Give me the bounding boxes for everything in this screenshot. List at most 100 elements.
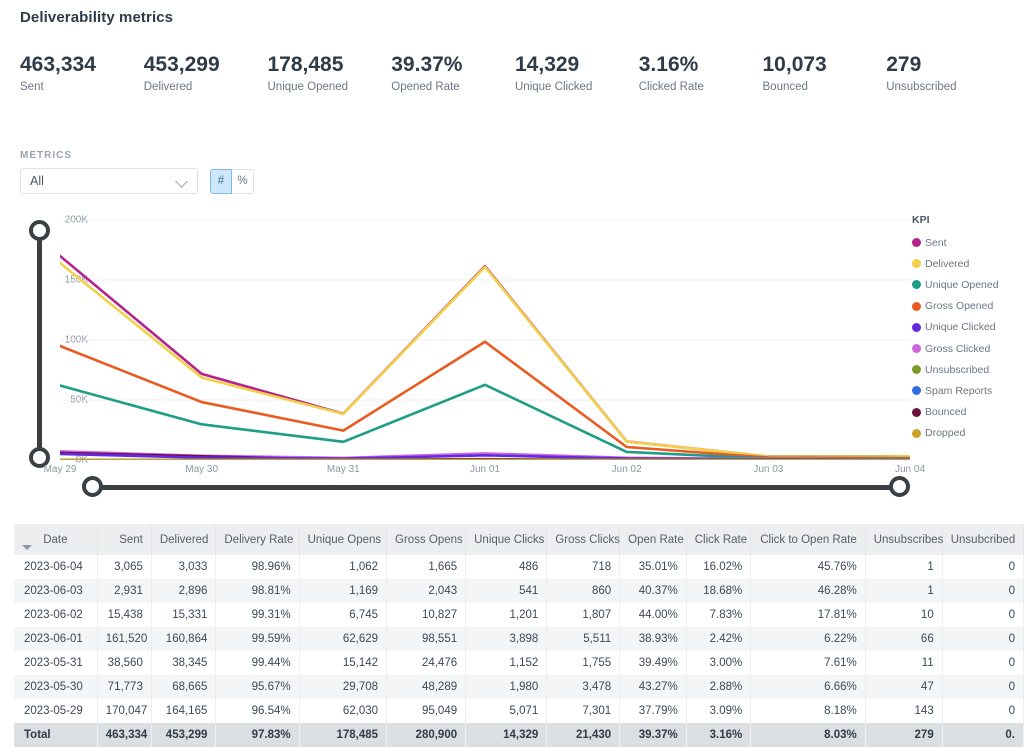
table-cell: 95.67% — [215, 675, 300, 699]
kpi-summary-row: 463,334 Sent 453,299 Delivered 178,485 Unique… — [20, 52, 1010, 93]
unit-toggle-number[interactable]: # — [210, 168, 232, 194]
table-cell: 29,708 — [299, 675, 388, 699]
legend-item[interactable]: Unsubscribed — [912, 359, 1024, 380]
table-row[interactable]: 2023-06-03 2,931 2,896 98.81% 1,169 2,043 541 8… — [14, 579, 1024, 603]
y-slider-track[interactable] — [37, 228, 42, 460]
table-cell: 0 — [942, 651, 1024, 675]
table-cell: 1 — [865, 555, 943, 579]
x-slider-handle-end[interactable] — [889, 476, 910, 497]
table-row[interactable]: 2023-05-31 38,560 38,345 99.44% 15,142 24,476… — [14, 651, 1024, 675]
table-cell: 15,142 — [299, 651, 388, 675]
table-cell: 1,201 — [465, 603, 548, 627]
table-row[interactable]: 2023-06-02 15,438 15,331 99.31% 6,745 10,827 1… — [14, 603, 1024, 627]
table-cell: 38.93% — [619, 627, 687, 651]
table-cell: 6,745 — [299, 603, 388, 627]
unit-toggle-percent[interactable]: % — [232, 168, 254, 194]
table-cell: 2,043 — [386, 579, 467, 603]
table-cell: 10,827 — [386, 603, 467, 627]
table-cell: 1,062 — [299, 555, 388, 579]
kpi-value: 3.16% — [638, 53, 699, 76]
table-cell: 48,289 — [386, 675, 467, 699]
table-header-cell[interactable]: Sent — [97, 524, 152, 555]
legend-label: Unique Clicked — [925, 321, 996, 334]
x-slider-handle-start[interactable] — [82, 476, 103, 497]
table-cell: 6.66% — [750, 675, 866, 699]
table-cell: 2,931 — [97, 579, 152, 603]
table-header-cell[interactable]: Gross Opens — [386, 524, 467, 555]
kpi-tile: 279 Unsubscribed — [886, 52, 1010, 93]
kpi-label: Delivered — [143, 81, 193, 93]
table-cell: 2.42% — [686, 627, 752, 651]
table-cell: 44.00% — [619, 603, 687, 627]
table-cell: 37.79% — [619, 699, 687, 723]
legend-item[interactable]: Dropped — [912, 423, 1024, 444]
legend-item[interactable]: Unique Clicked — [912, 317, 1024, 338]
table-total-row: Total 463,334 453,299 97.83% 178,485 280,900 1… — [14, 723, 1024, 747]
y-slider-handle-max[interactable] — [29, 220, 50, 241]
table-header-cell[interactable]: Unique Clicks — [465, 524, 548, 555]
table-cell: 5,511 — [546, 627, 621, 651]
table-header-cell[interactable]: Gross Clicks — [546, 524, 621, 555]
table-row[interactable]: 2023-05-29 170,047 164,165 96.54% 62,030 95,0… — [14, 699, 1024, 723]
table-cell: 7.61% — [750, 651, 866, 675]
chart-area: 0K 50K 100K 150K 200K May 29 May 30 May 31 Jun … — [0, 208, 1024, 498]
legend-color-dot-icon — [912, 280, 921, 290]
table-cell: 164,165 — [151, 699, 217, 723]
legend-item[interactable]: Sent — [912, 232, 1024, 253]
table-cell: 66 — [865, 627, 943, 651]
metrics-select[interactable]: All — [20, 168, 198, 194]
y-axis-range-slider[interactable] — [29, 220, 51, 468]
table-total-cell: 39.37% — [619, 723, 687, 747]
table-cell: 0 — [942, 627, 1024, 651]
legend-item[interactable]: Gross Clicked — [912, 338, 1024, 359]
deliverability-metrics-page: Deliverability metrics 463,334 Sent 453,29… — [0, 0, 1024, 749]
table-cell: 99.31% — [215, 603, 300, 627]
legend-color-dot-icon — [912, 238, 921, 248]
chart-line-series[interactable] — [58, 261, 912, 458]
table-cell: 18.68% — [686, 579, 752, 603]
x-axis-tick-label: May 31 — [326, 464, 360, 475]
legend-color-dot-icon — [912, 322, 921, 332]
kpi-value: 463,334 — [20, 53, 96, 76]
table-header-cell[interactable]: Date — [14, 524, 98, 555]
metrics-table-wrapper: Date Sent Delivered Delivery Rate Unique Ope… — [14, 524, 1024, 747]
table-row[interactable]: 2023-05-30 71,773 68,665 95.67% 29,708 48,289… — [14, 675, 1024, 699]
legend-item[interactable]: Unique Opened — [912, 274, 1024, 295]
table-header-cell[interactable]: Delivery Rate — [215, 524, 300, 555]
table-header-row: Date Sent Delivered Delivery Rate Unique Ope… — [14, 524, 1024, 555]
table-header-cell[interactable]: Click to Open Rate — [750, 524, 866, 555]
kpi-label: Unique Clicked — [515, 81, 593, 93]
table-row[interactable]: 2023-06-04 3,065 3,033 98.96% 1,062 1,665 486 7… — [14, 555, 1024, 579]
x-axis-range-slider[interactable] — [82, 476, 910, 498]
table-cell: 46.28% — [750, 579, 866, 603]
legend-item[interactable]: Gross Opened — [912, 296, 1024, 317]
legend-item[interactable]: Bounced — [912, 402, 1024, 423]
table-header-cell[interactable]: Unique Opens — [299, 524, 388, 555]
kpi-value: 10,073 — [762, 53, 827, 76]
table-header-cell[interactable]: Unsubscribes — [865, 524, 943, 555]
table-header-cell[interactable]: Click Rate — [686, 524, 752, 555]
legend-color-dot-icon — [912, 344, 921, 354]
table-cell: 39.49% — [619, 651, 687, 675]
table-cell: 1,152 — [465, 651, 548, 675]
kpi-label: Unique Opened — [267, 81, 349, 93]
chart-line-series[interactable] — [58, 254, 912, 458]
legend-item[interactable]: Delivered — [912, 253, 1024, 274]
table-cell: 45.76% — [750, 555, 866, 579]
kpi-value: 178,485 — [267, 53, 344, 76]
table-header-cell[interactable]: Unsubcribed — [942, 524, 1024, 555]
table-total-cell: 0. — [942, 723, 1024, 747]
legend-label: Unsubscribed — [925, 363, 990, 376]
table-cell: 3.00% — [686, 651, 752, 675]
table-cell: 170,047 — [97, 699, 152, 723]
chart-legend: KPI Sent Delivered Unique Opened Gross Open… — [912, 214, 1024, 444]
x-slider-track[interactable] — [90, 485, 902, 490]
table-header-cell[interactable]: Open Rate — [619, 524, 687, 555]
table-row[interactable]: 2023-06-01 161,520 160,864 99.59% 62,629 98,5… — [14, 627, 1024, 651]
table-cell: 3.09% — [686, 699, 752, 723]
table-header-cell[interactable]: Delivered — [151, 524, 217, 555]
kpi-label: Unsubscribed — [886, 81, 957, 93]
legend-item[interactable]: Spam Reports — [912, 380, 1024, 401]
table-cell: 0 — [942, 699, 1024, 723]
x-axis-tick-label: Jun 01 — [469, 464, 501, 475]
